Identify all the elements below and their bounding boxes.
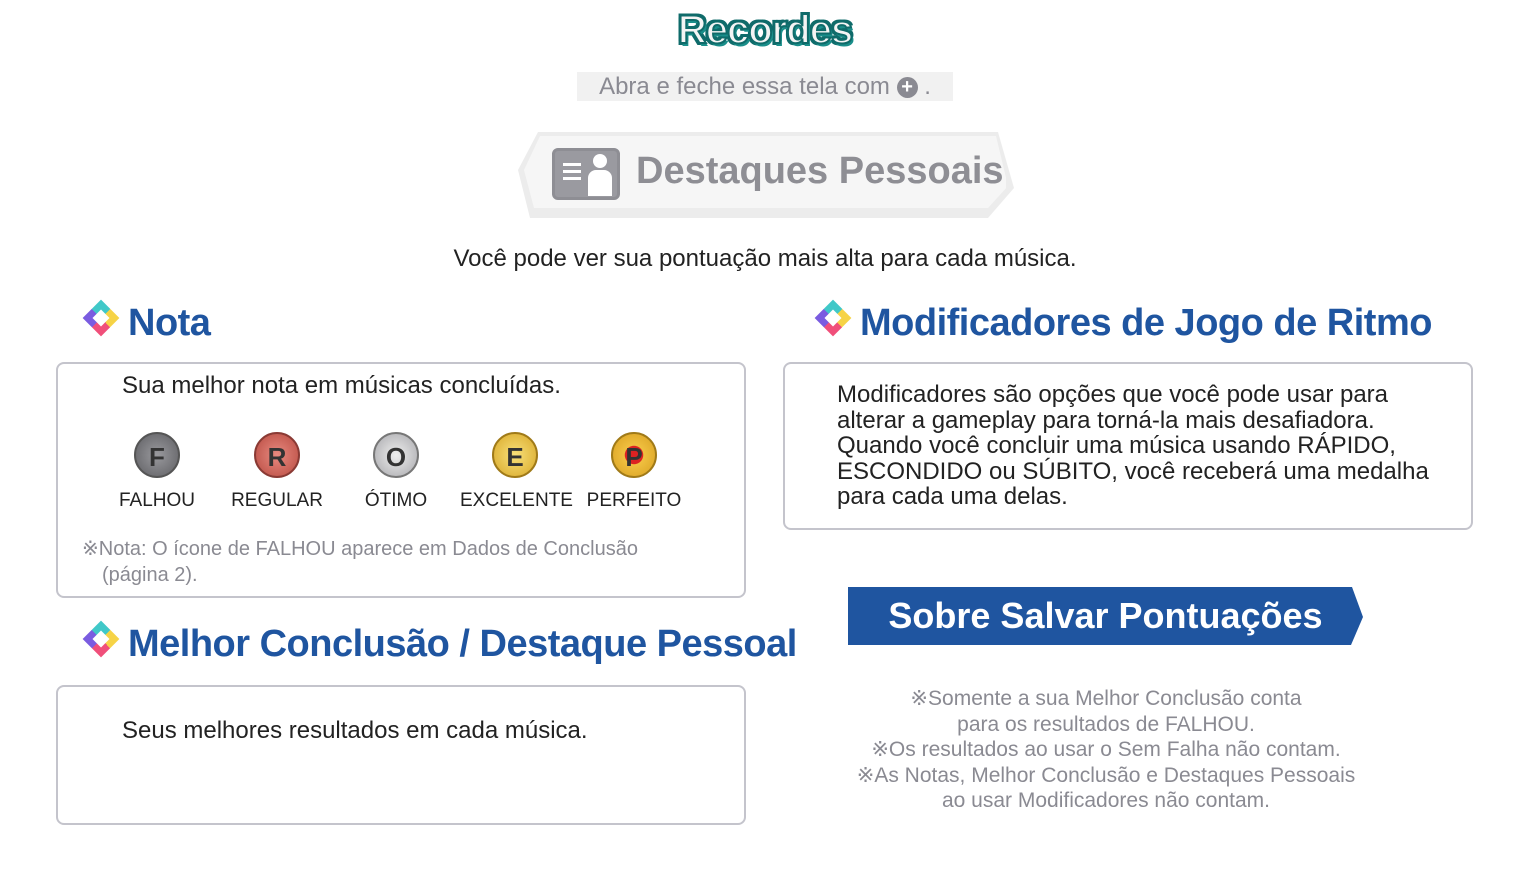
page-title: Recordes — [677, 7, 854, 53]
medal-p-icon: P — [611, 432, 657, 478]
profile-card-icon — [552, 148, 620, 200]
diamond-icon — [82, 299, 120, 337]
medal-perfeito: P PERFEITO — [579, 432, 689, 512]
nota-description: Sua melhor nota em músicas concluídas. — [122, 372, 561, 399]
medal-falhou: F FALHOU — [102, 432, 212, 512]
medal-r-icon: R — [254, 432, 300, 478]
medal-f-icon: F — [134, 432, 180, 478]
section-banner: Destaques Pessoais — [518, 132, 1014, 218]
melhor-description: Seus melhores resultados em cada música. — [122, 717, 588, 744]
medal-e-icon: E — [492, 432, 538, 478]
hint-end: . — [924, 73, 931, 100]
plus-button-icon: + — [896, 77, 918, 98]
modificadores-description: Modificadores são opções que você pode u… — [837, 381, 1429, 510]
hint-bar: Abra e feche essa tela com + . — [577, 72, 953, 101]
save-notes: ※Somente a sua Melhor Conclusão conta par… — [856, 687, 1356, 812]
diamond-icon — [82, 620, 120, 658]
diamond-icon — [814, 299, 852, 337]
intro-text: Você pode ver sua pontuação mais alta pa… — [453, 245, 1077, 272]
medal-otimo: O ÓTIMO — [341, 432, 451, 512]
nota-box: Sua melhor nota em músicas concluídas. F… — [56, 362, 746, 598]
modificadores-box: Modificadores são opções que você pode u… — [783, 362, 1473, 530]
nota-footnote: ※Nota: O ícone de FALHOU aparece em Dado… — [82, 538, 638, 586]
nota-heading: Nota — [82, 299, 211, 345]
medal-o-icon: O — [373, 432, 419, 478]
melhor-box: Seus melhores resultados em cada música. — [56, 685, 746, 825]
save-heading: Sobre Salvar Pontuações — [848, 587, 1363, 645]
banner-title: Destaques Pessoais — [636, 150, 1004, 192]
medal-regular: R REGULAR — [222, 432, 332, 512]
hint-text: Abra e feche essa tela com — [599, 73, 890, 100]
medal-excelente: E EXCELENTE — [460, 432, 573, 512]
modificadores-heading: Modificadores de Jogo de Ritmo — [814, 299, 1432, 345]
melhor-heading: Melhor Conclusão / Destaque Pessoal — [82, 620, 797, 666]
